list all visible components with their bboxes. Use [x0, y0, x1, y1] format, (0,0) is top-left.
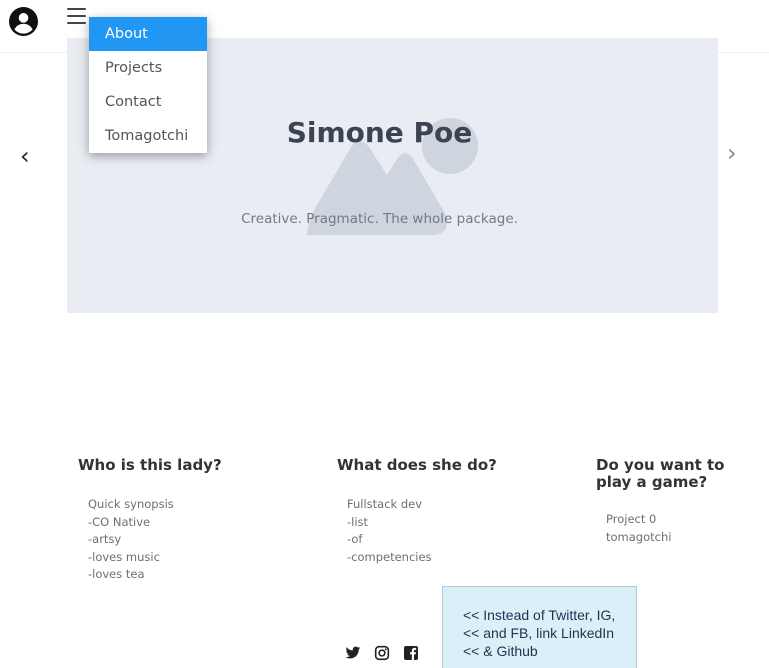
skills-list: Fullstack dev -list -of -competencies	[337, 496, 567, 566]
hamburger-bar	[67, 15, 86, 17]
skills-column: What does she do? Fullstack dev -list -o…	[337, 457, 567, 566]
sticky-note: << Instead of Twitter, IG, << and FB, li…	[442, 586, 637, 668]
list-item: -list	[347, 514, 369, 529]
menu-item-contact[interactable]: Contact	[89, 85, 207, 119]
list-item: -loves tea	[88, 567, 145, 581]
hero-subtitle: Creative. Pragmatic. The whole package.	[241, 211, 518, 227]
about-list: Quick synopsis -CO Native -artsy -loves …	[78, 496, 298, 584]
menu-item-projects[interactable]: Projects	[89, 51, 207, 85]
list-item: -artsy	[88, 532, 122, 546]
menu-item-tomagotchi[interactable]: Tomagotchi	[89, 119, 207, 153]
note-line: << and FB, link LinkedIn	[463, 625, 614, 641]
instagram-icon[interactable]	[374, 645, 390, 661]
project-link[interactable]: tomagotchi	[606, 529, 756, 547]
game-column: Do you want to play a game? Project 0 to…	[596, 457, 756, 546]
projects-list: Project 0 tomagotchi	[596, 511, 756, 546]
note-line: << & Github	[463, 643, 538, 659]
list-item: Fullstack dev	[347, 497, 423, 511]
column-heading: Do you want to play a game?	[596, 456, 725, 491]
list-item: -loves music	[88, 549, 160, 564]
column-heading: Who is this lady?	[78, 456, 222, 474]
hamburger-bar	[67, 22, 86, 24]
user-circle-icon[interactable]	[9, 7, 38, 36]
list-item: -competencies	[347, 549, 432, 564]
column-heading: What does she do?	[337, 456, 497, 474]
carousel-next-button[interactable]: ›	[727, 139, 737, 167]
facebook-icon[interactable]	[403, 645, 419, 661]
nav-dropdown-menu: About Projects Contact Tomagotchi	[89, 17, 207, 153]
twitter-icon[interactable]	[345, 645, 361, 661]
hamburger-icon[interactable]	[67, 8, 86, 24]
menu-item-about[interactable]: About	[89, 17, 207, 51]
list-item: -of	[347, 532, 363, 546]
list-item: -CO Native	[88, 514, 151, 529]
hamburger-bar	[67, 8, 86, 10]
about-column: Who is this lady? Quick synopsis -CO Nat…	[78, 457, 298, 584]
carousel-prev-button[interactable]: ‹	[20, 142, 30, 170]
project-link[interactable]: Project 0	[606, 511, 756, 529]
note-line: << Instead of Twitter, IG,	[463, 607, 616, 623]
list-item: Quick synopsis	[88, 497, 174, 511]
